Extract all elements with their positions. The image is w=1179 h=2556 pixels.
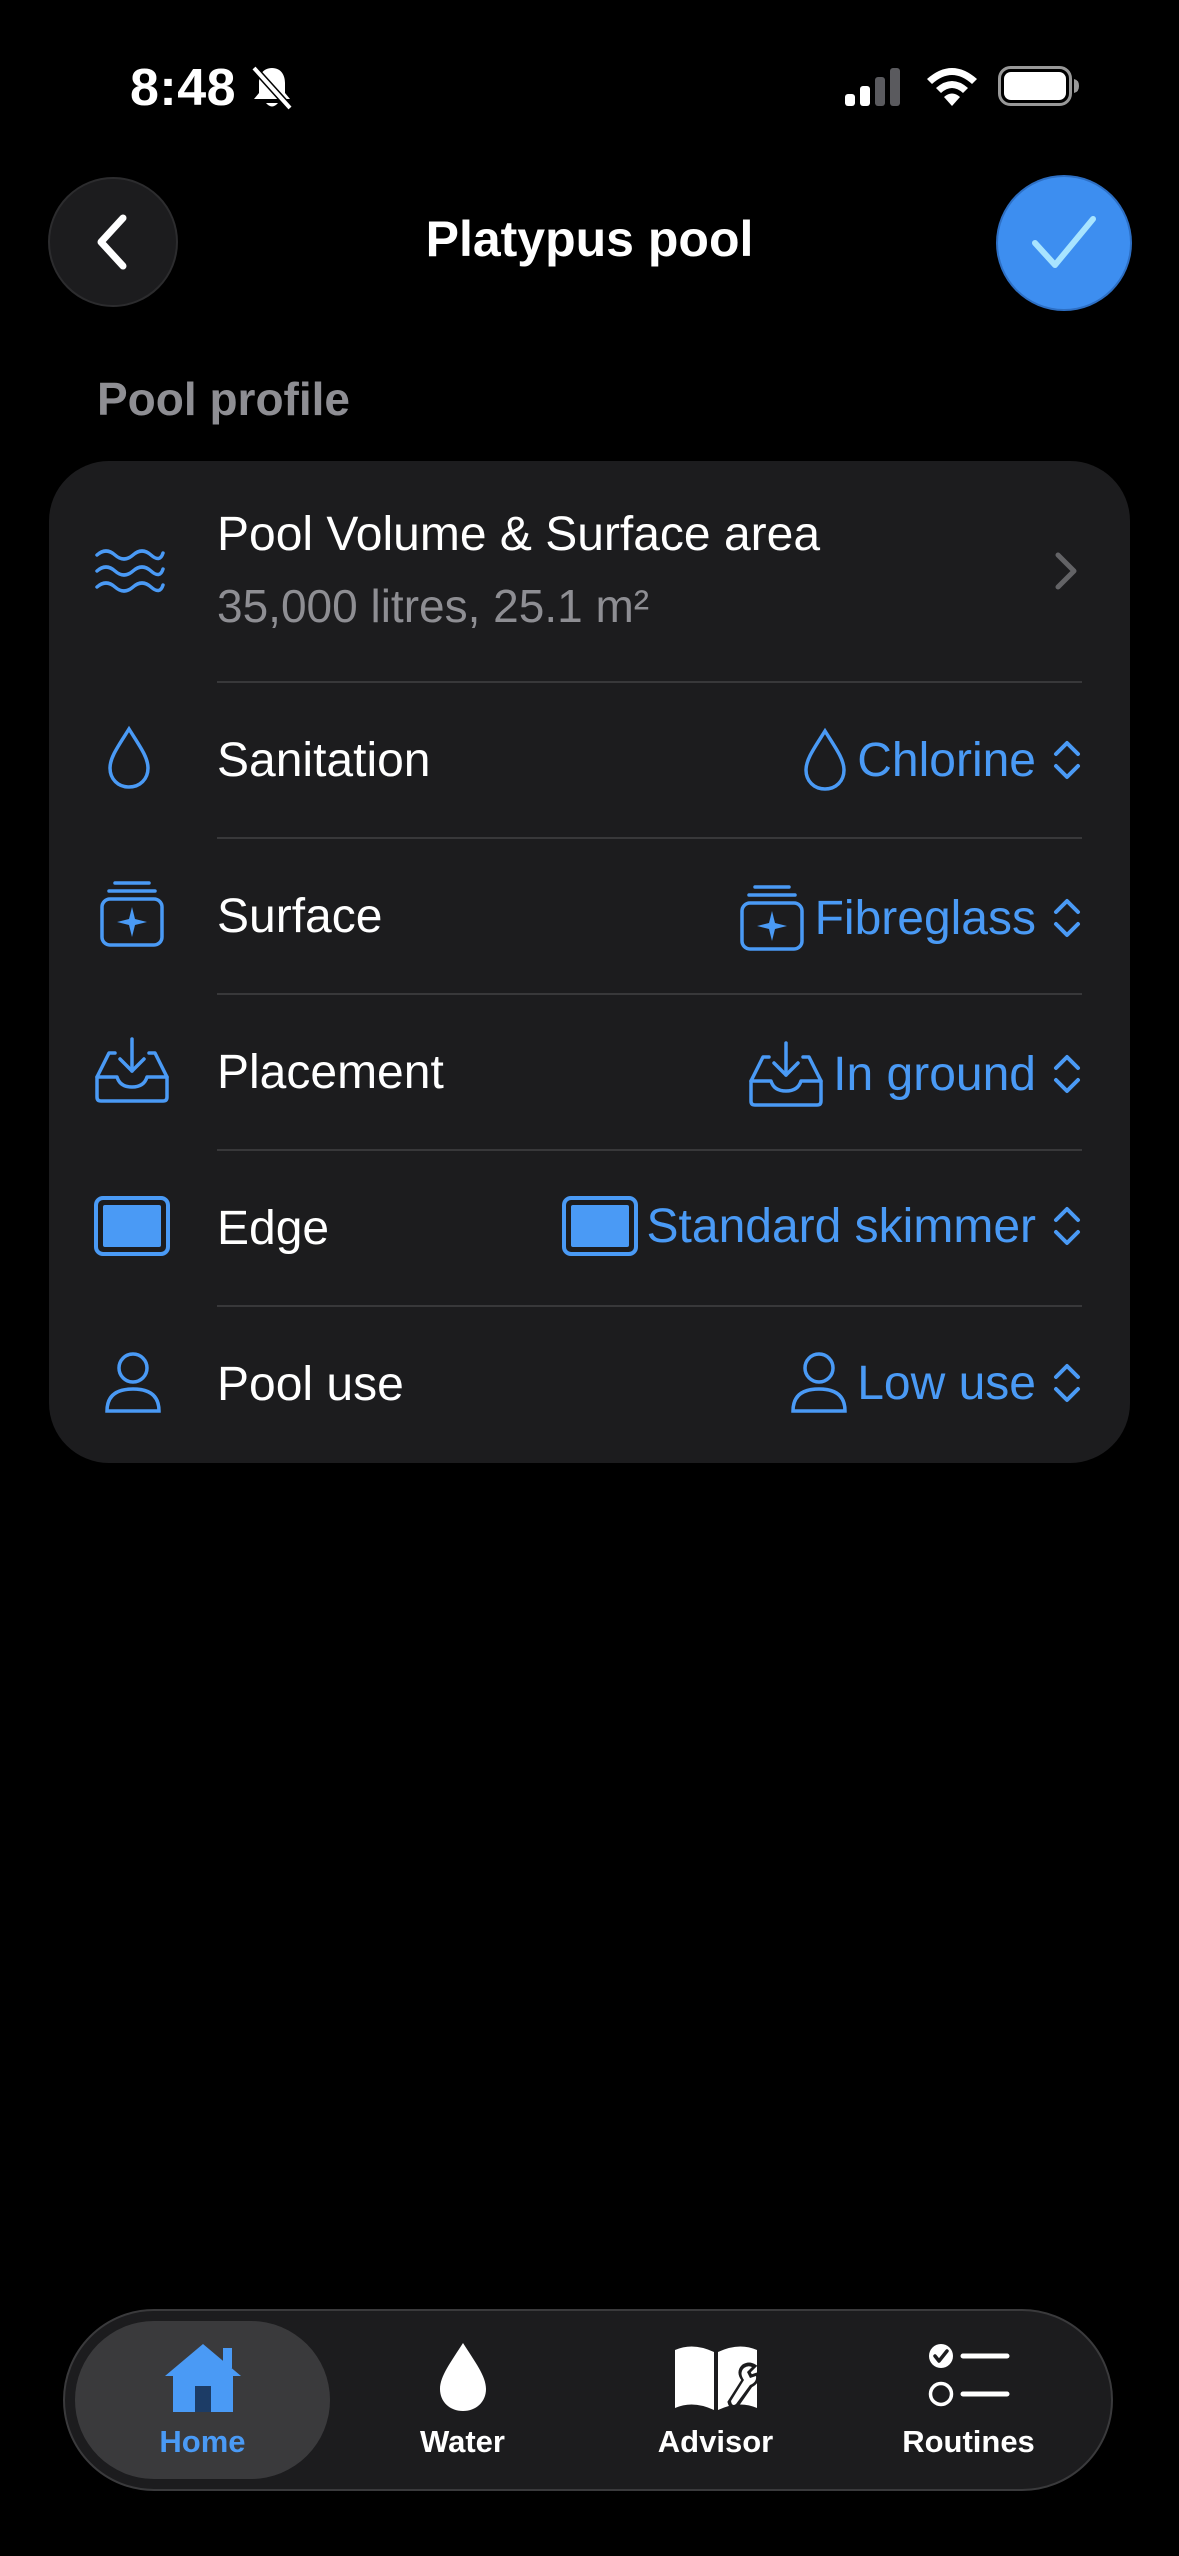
tab-home[interactable]: Home [75,2321,330,2479]
tab-label: Water [420,2424,505,2459]
tray-download-icon [93,1035,171,1105]
volume-value: 35,000 litres, 25.1 m² [217,580,650,632]
placement-row[interactable]: Placement In ground [49,995,1130,1149]
chevron-up-down-icon [1054,1207,1080,1245]
rectangle-icon [93,1195,171,1257]
chevron-up-down-icon [1054,741,1080,779]
tab-label: Advisor [657,2424,774,2459]
placement-value: In ground [833,1047,1036,1101]
tab-label: Routines [902,2424,1035,2459]
pool-use-label: Pool use [217,1358,404,1411]
silent-bell-icon [250,64,294,112]
surface-row[interactable]: Surface Fibreglass [49,839,1130,993]
droplet-icon [439,2343,486,2411]
sanitation-row[interactable]: Sanitation Chlorine [49,683,1130,837]
sanitation-picker[interactable]: Chlorine [801,727,1082,793]
tab-label: Home [159,2424,246,2459]
person-icon [103,1351,163,1415]
book-wrench-icon [674,2346,759,2410]
surface-picker[interactable]: Fibreglass [737,883,1082,953]
sanitation-label: Sanitation [217,734,431,787]
placement-picker[interactable]: In ground [747,1039,1082,1109]
sanitation-value: Chlorine [857,733,1036,787]
tab-routines[interactable]: Routines [841,2321,1096,2479]
section-title: Pool profile [97,373,350,425]
rectangle-icon [561,1196,638,1256]
water-waves-icon [93,543,165,599]
chevron-up-down-icon [1054,1364,1080,1402]
droplet-icon [804,727,846,791]
edge-picker[interactable]: Standard skimmer [561,1195,1082,1257]
cellular-signal-icon [845,68,903,106]
tab-water[interactable]: Water [335,2321,590,2479]
chevron-right-icon [1054,551,1078,591]
chevron-up-down-icon [1054,899,1080,937]
edge-label: Edge [217,1202,330,1255]
pool-use-picker[interactable]: Low use [789,1351,1082,1415]
edge-row[interactable]: Edge Standard skimmer [49,1151,1130,1305]
pool-use-row[interactable]: Pool use Low use [49,1307,1130,1463]
droplet-icon [105,725,153,791]
tab-bar: Home Water Advisor Routines [63,2309,1113,2491]
volume-label: Pool Volume & Surface area [217,508,821,561]
status-time: 8:48 [130,59,237,117]
house-icon [164,2344,241,2412]
surface-value: Fibreglass [814,891,1036,945]
tab-advisor[interactable]: Advisor [588,2321,843,2479]
volume-row[interactable]: Pool Volume & Surface area 35,000 litres… [49,461,1130,681]
confirm-button[interactable] [998,177,1130,309]
person-icon [791,1352,847,1413]
checkmark-icon [1032,216,1096,268]
sparkle-layers-icon [739,885,804,951]
sparkle-layers-icon [97,879,167,949]
pool-use-value: Low use [857,1356,1036,1410]
surface-label: Surface [217,890,383,943]
pool-profile-card: Pool Volume & Surface area 35,000 litres… [49,461,1130,1463]
checklist-icon [928,2344,1009,2407]
wifi-icon [925,64,979,106]
tray-download-icon [749,1041,823,1107]
placement-label: Placement [217,1046,444,1099]
edge-value: Standard skimmer [646,1199,1036,1253]
battery-icon [998,66,1080,106]
chevron-up-down-icon [1054,1055,1080,1093]
